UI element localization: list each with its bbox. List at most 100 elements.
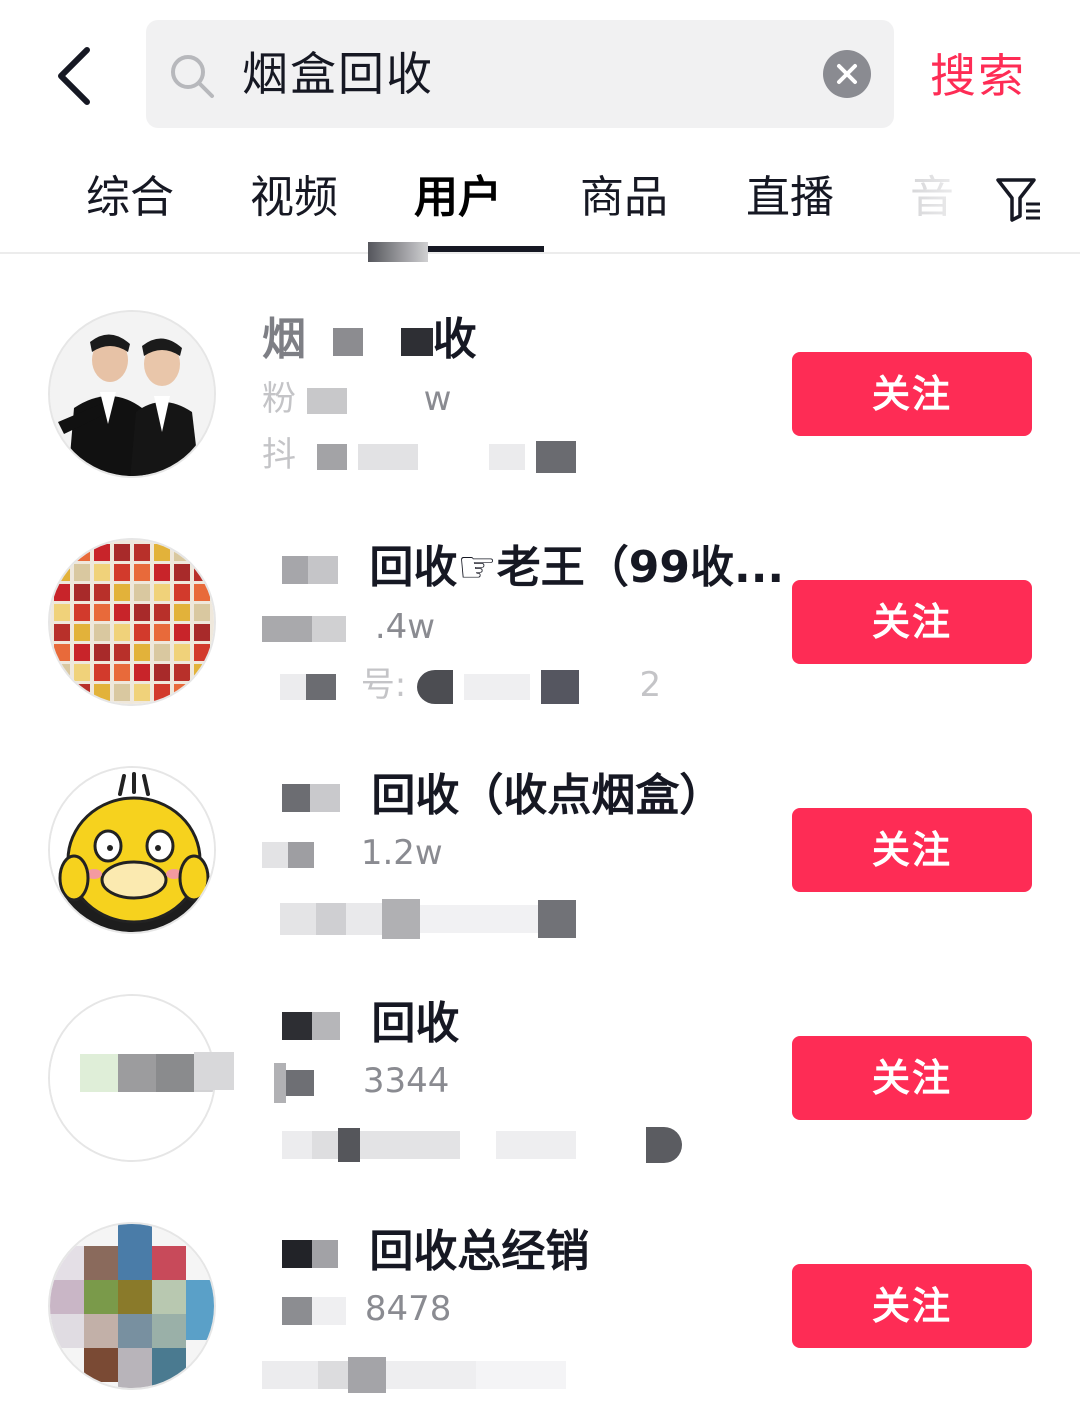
- avatar-thumbnail: [134, 644, 150, 661]
- avatar[interactable]: [48, 766, 216, 934]
- fans-count: 3344: [362, 1061, 450, 1101]
- user-name[interactable]: 烟 收: [262, 310, 477, 370]
- user-name-fragment: 回收☞老王（99收...: [369, 542, 785, 593]
- follow-button[interactable]: 关注: [792, 352, 1032, 436]
- fans-count: w: [423, 379, 452, 419]
- avatar-thumbnail: [54, 584, 70, 601]
- user-fans: .4w: [262, 602, 435, 652]
- redacted-block: [308, 556, 338, 584]
- avatar-image: [50, 1224, 214, 1388]
- fans-count: 1.2w: [360, 833, 443, 873]
- avatar-image: [50, 312, 214, 476]
- avatar-thumbnail: [154, 664, 170, 681]
- redacted-block: [312, 1240, 338, 1268]
- follow-button[interactable]: 关注: [792, 1036, 1032, 1120]
- user-id: [262, 892, 576, 942]
- redacted-block: [312, 1012, 340, 1040]
- user-fans: 粉 w: [262, 374, 451, 424]
- redacted-block: [540, 669, 579, 704]
- search-query-text[interactable]: 烟盒回收: [242, 20, 434, 128]
- redacted-block: [286, 1069, 314, 1096]
- user-result-row[interactable]: 回收 3344 关注: [0, 966, 1080, 1194]
- avatar-thumbnail: [54, 664, 70, 681]
- avatar-thumbnail: [174, 684, 190, 701]
- avatar-image: [50, 768, 214, 932]
- redacted-block: [306, 673, 336, 700]
- tab-comprehensive[interactable]: 综合: [86, 150, 174, 250]
- redacted-block: [463, 673, 530, 700]
- search-icon: [171, 55, 214, 98]
- redacted-block: [346, 902, 382, 935]
- tab-products[interactable]: 商品: [580, 150, 668, 250]
- avatar-thumbnail: [74, 664, 90, 681]
- user-result-row[interactable]: 回收（收点烟盒） 1.2w 关注: [0, 738, 1080, 966]
- redacted-block: [306, 387, 347, 414]
- user-fans: 8478: [262, 1284, 451, 1334]
- avatar-thumbnail: [74, 584, 90, 601]
- clear-search-button[interactable]: [823, 50, 871, 98]
- tab-music[interactable]: 音: [910, 150, 954, 250]
- id-label-fragment: 抖: [262, 435, 296, 475]
- search-input[interactable]: 烟盒回收: [146, 20, 894, 128]
- avatar[interactable]: [48, 994, 216, 1162]
- filter-icon[interactable]: [994, 172, 1044, 226]
- avatar-thumbnail: [134, 624, 150, 641]
- avatar[interactable]: [48, 1222, 216, 1390]
- avatar-thumbnail: [154, 564, 170, 581]
- avatar-thumbnail: [194, 664, 210, 681]
- avatar-thumbnail: [114, 684, 130, 701]
- redacted-block: [318, 1360, 348, 1389]
- avatar-thumbnail: [174, 564, 190, 581]
- user-result-row[interactable]: 回收☞老王（99收... .4w 号: 2 关注: [0, 510, 1080, 738]
- user-id: [262, 1118, 682, 1168]
- avatar-thumbnail: [54, 604, 70, 621]
- redacted-block: [646, 1126, 682, 1163]
- redacted-block: [496, 1130, 576, 1159]
- user-result-row[interactable]: 烟 收 粉 w 抖 关注: [0, 282, 1080, 510]
- tab-videos[interactable]: 视频: [250, 150, 338, 250]
- avatar-thumbnail: [154, 544, 170, 561]
- avatar-thumbnail: [194, 624, 210, 641]
- redacted-block: [360, 1130, 460, 1159]
- user-name[interactable]: 回收总经销: [262, 1222, 589, 1282]
- redacted-block: [262, 841, 288, 868]
- user-id: [262, 1348, 566, 1398]
- avatar-thumbnail: [74, 564, 90, 581]
- avatar-thumbnail: [174, 624, 190, 641]
- follow-button[interactable]: 关注: [792, 808, 1032, 892]
- avatar-thumbnail: [74, 604, 90, 621]
- avatar-thumbnail: [134, 604, 150, 621]
- user-name-fragment: 收: [432, 314, 477, 365]
- user-id: 号: 2: [262, 660, 661, 710]
- avatar-thumbnail: [134, 584, 150, 601]
- tab-live[interactable]: 直播: [746, 150, 834, 250]
- follow-button[interactable]: 关注: [792, 1264, 1032, 1348]
- avatar-thumbnail: [74, 544, 90, 561]
- avatar-thumbnail: [194, 644, 210, 661]
- avatar[interactable]: [48, 538, 216, 706]
- avatar-thumbnail: [154, 604, 170, 621]
- avatar-thumbnail: [54, 544, 70, 561]
- fans-count: .4w: [374, 607, 436, 647]
- avatar-thumbnail: [174, 604, 190, 621]
- id-label-fragment: 号:: [360, 665, 407, 705]
- user-name[interactable]: 回收: [262, 994, 459, 1054]
- avatar-thumbnail: [194, 564, 210, 581]
- back-button[interactable]: [38, 38, 108, 114]
- search-submit-button[interactable]: 搜索: [930, 36, 1026, 116]
- avatar-thumbnail: [134, 684, 150, 701]
- redacted-block: [357, 443, 418, 470]
- user-name[interactable]: 回收☞老王（99收...: [262, 538, 784, 598]
- avatar-thumbnail: [54, 684, 70, 701]
- user-name[interactable]: 回收（收点烟盒）: [262, 766, 723, 826]
- user-fans: 3344: [262, 1056, 449, 1106]
- redacted-block: [368, 242, 428, 262]
- avatar-thumbnail: [134, 664, 150, 681]
- avatar[interactable]: [48, 310, 216, 478]
- follow-button[interactable]: 关注: [792, 580, 1032, 664]
- user-result-row[interactable]: 回收总经销 8478 关注: [0, 1194, 1080, 1410]
- redacted-block: [536, 440, 577, 473]
- tab-users[interactable]: 用户: [414, 150, 502, 250]
- avatar-thumbnail: [194, 544, 210, 561]
- avatar-thumbnail: [94, 644, 110, 661]
